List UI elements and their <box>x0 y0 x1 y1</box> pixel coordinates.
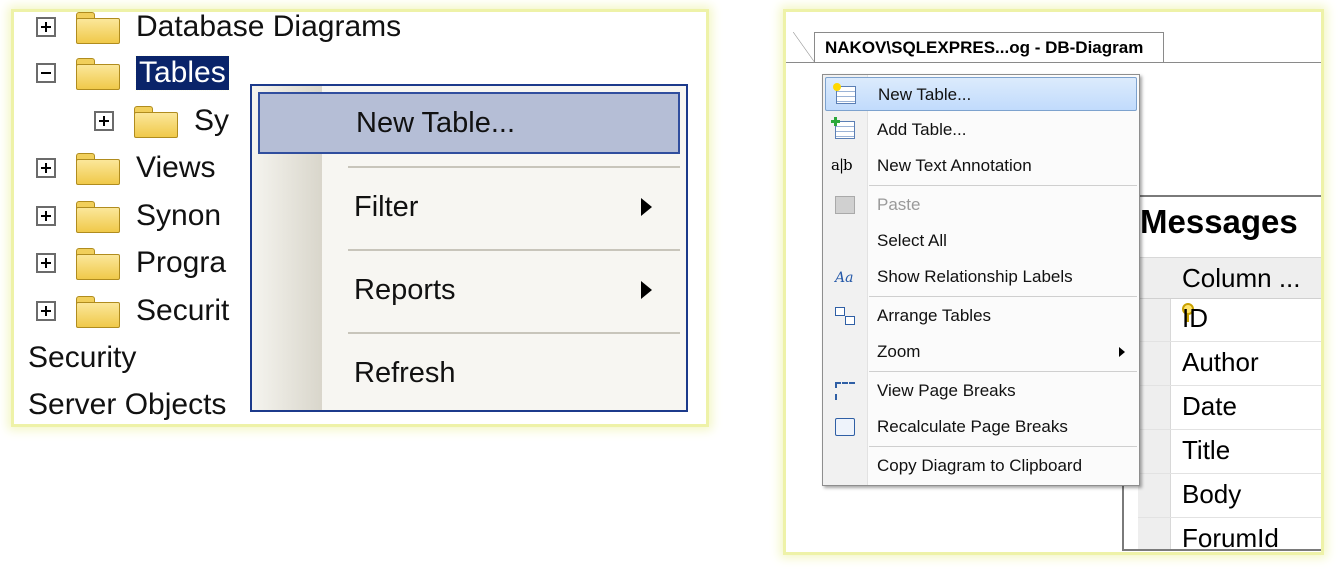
menu-item-select-all[interactable]: Select All <box>825 224 1137 258</box>
table-title: Messages <box>1140 203 1298 240</box>
object-explorer-panel: Database Diagrams Tables Sy Views Synon … <box>14 12 706 424</box>
menu-item-zoom[interactable]: Zoom <box>825 335 1137 369</box>
expand-icon[interactable] <box>36 17 56 37</box>
table-row[interactable]: Body <box>1138 473 1321 518</box>
table-row[interactable]: ID <box>1138 297 1321 342</box>
menu-separator <box>348 332 680 334</box>
menu-separator <box>869 371 1137 372</box>
folder-icon <box>76 152 120 185</box>
menu-item-label: Copy Diagram to Clipboard <box>877 456 1083 475</box>
tree-node-database-diagrams[interactable]: Database Diagrams <box>36 12 401 50</box>
menu-item-label: Refresh <box>354 356 456 389</box>
tables-context-menu: New Table... Filter Reports Refresh <box>250 84 688 412</box>
tree-node-label: Sy <box>194 104 230 137</box>
tree-node-system-tables[interactable]: Sy <box>94 98 229 144</box>
column-header: Column ... <box>1138 257 1321 299</box>
tree-node-label: Synon <box>136 199 222 232</box>
menu-item-view-page-breaks[interactable]: View Page Breaks <box>825 374 1137 408</box>
relationship-labels-icon: Aa <box>835 270 854 286</box>
menu-item-copy-diagram[interactable]: Copy Diagram to Clipboard <box>825 449 1137 483</box>
menu-item-paste[interactable]: Paste <box>825 188 1137 222</box>
menu-item-new-text-annotation[interactable]: a|b New Text Annotation <box>825 149 1137 183</box>
submenu-arrow-icon <box>641 281 652 299</box>
folder-icon <box>76 200 120 233</box>
expand-icon[interactable] <box>36 206 56 226</box>
submenu-arrow-icon <box>641 198 652 216</box>
tree-node-label: Security <box>28 341 137 374</box>
tree-node-label: Securit <box>136 294 230 327</box>
menu-item-label: Filter <box>354 190 419 223</box>
tree-node-label: Server Objects <box>28 388 227 421</box>
expand-icon[interactable] <box>94 111 114 131</box>
expand-icon[interactable] <box>36 253 56 273</box>
tree-node-views[interactable]: Views <box>36 145 215 191</box>
tree-node-synonyms[interactable]: Synon <box>36 193 221 239</box>
messages-table-shape[interactable]: Messages Column ... ID Author Date Title… <box>1122 195 1321 552</box>
menu-item-label: Add Table... <box>877 120 967 139</box>
new-table-icon <box>833 83 856 104</box>
tab-strip-line <box>786 62 1321 63</box>
menu-separator <box>348 249 680 251</box>
folder-icon <box>76 12 120 44</box>
table-row[interactable]: Title <box>1138 429 1321 474</box>
menu-item-add-table[interactable]: Add Table... <box>825 113 1137 147</box>
table-row[interactable]: ForumId <box>1138 517 1321 552</box>
folder-icon <box>134 105 178 138</box>
folder-icon <box>76 57 120 90</box>
folder-icon <box>76 295 120 328</box>
menu-item-label: Select All <box>877 231 947 250</box>
menu-item-recalculate-page-breaks[interactable]: Recalculate Page Breaks <box>825 410 1137 444</box>
menu-separator <box>869 446 1137 447</box>
tree-node-label: Tables <box>135 55 230 91</box>
menu-item-show-relationship-labels[interactable]: Aa Show Relationship Labels <box>825 260 1137 294</box>
table-row[interactable]: Date <box>1138 385 1321 430</box>
menu-item-new-table[interactable]: New Table... <box>825 77 1137 111</box>
submenu-arrow-icon <box>1119 347 1125 357</box>
menu-item-label: New Table... <box>356 106 516 139</box>
tree-node-programmability[interactable]: Progra <box>36 240 226 286</box>
tree-node-tables[interactable]: Tables <box>36 50 230 96</box>
tree-node-security-sub[interactable]: Securit <box>36 288 229 334</box>
expand-icon[interactable] <box>36 158 56 178</box>
table-row[interactable]: Author <box>1138 341 1321 386</box>
diagram-context-menu: New Table... Add Table... a|b New Text A… <box>822 74 1140 486</box>
add-table-icon <box>831 117 855 139</box>
expand-icon[interactable] <box>36 301 56 321</box>
tree-node-label: Progra <box>136 246 227 279</box>
collapse-icon[interactable] <box>36 63 56 83</box>
menu-item-label: View Page Breaks <box>877 381 1016 400</box>
tab-db-diagram[interactable]: NAKOV\SQLEXPRES...og - DB-Diagram <box>793 32 1164 63</box>
text-annotation-icon: a|b <box>831 156 853 174</box>
menu-item-label: New Text Annotation <box>877 156 1032 175</box>
menu-item-new-table[interactable]: New Table... <box>258 92 680 154</box>
tree-node-security[interactable]: Security <box>28 335 136 381</box>
page-breaks-icon <box>835 382 855 400</box>
menu-item-label: Show Relationship Labels <box>877 267 1073 286</box>
menu-item-label: Paste <box>877 195 921 214</box>
menu-item-label: Zoom <box>877 342 921 361</box>
menu-item-label: New Table... <box>878 85 972 104</box>
diagram-designer-panel: NAKOV\SQLEXPRES...og - DB-Diagram Messag… <box>786 12 1321 552</box>
menu-item-refresh[interactable]: Refresh <box>252 342 686 404</box>
menu-separator <box>348 166 680 168</box>
paste-icon <box>835 196 855 214</box>
menu-item-label: Reports <box>354 273 456 306</box>
tree-node-label: Database Diagrams <box>136 12 402 43</box>
folder-icon <box>76 247 120 280</box>
arrange-tables-icon <box>835 307 855 325</box>
tree-node-server-objects[interactable]: Server Objects <box>28 382 226 424</box>
menu-item-filter[interactable]: Filter <box>252 176 686 238</box>
menu-item-reports[interactable]: Reports <box>252 259 686 321</box>
menu-separator <box>869 185 1137 186</box>
tree-node-label: Views <box>136 151 216 184</box>
menu-item-label: Recalculate Page Breaks <box>877 417 1068 436</box>
menu-item-arrange-tables[interactable]: Arrange Tables <box>825 299 1137 333</box>
recalculate-icon <box>835 418 855 436</box>
menu-separator <box>869 296 1137 297</box>
menu-item-label: Arrange Tables <box>877 306 992 325</box>
